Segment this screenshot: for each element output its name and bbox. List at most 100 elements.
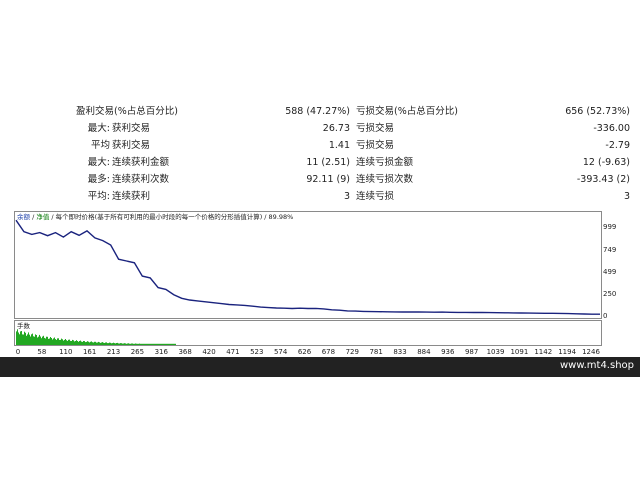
volume-bar [36, 335, 37, 345]
volume-bar [113, 342, 114, 345]
volume-bar [167, 343, 168, 345]
x-tick-label: 884 [417, 348, 431, 356]
volume-bar [129, 343, 130, 345]
x-tick-label: 0 [15, 348, 21, 356]
volume-bar [163, 343, 164, 345]
volume-bar [130, 343, 131, 345]
volume-bar [89, 342, 90, 345]
y-tick-label: 250 [603, 289, 617, 298]
volume-bar [70, 340, 71, 345]
volume-bar [53, 338, 54, 345]
volume-bar [143, 343, 144, 345]
volume-bar [46, 336, 47, 345]
volume-bar [72, 339, 73, 345]
volume-bar [105, 342, 106, 345]
volume-bar [47, 336, 48, 345]
volume-bar [24, 331, 25, 345]
stat-prefix-max: 最大: [87, 157, 110, 168]
volume-bar [78, 341, 79, 345]
volume-bar [34, 336, 35, 345]
volume-bar [121, 343, 122, 345]
volume-bar [31, 334, 32, 345]
volume-bar [91, 341, 92, 345]
volume-bar [77, 341, 78, 345]
y-tick-label: 0 [603, 312, 608, 320]
stat-row-average: 平均 获利交易 1.41 亏损交易 -2.79 [0, 137, 640, 154]
volume-bar [173, 343, 174, 345]
volume-bar [50, 337, 51, 345]
stat-label-average-profit: 获利交易 [112, 140, 151, 151]
stat-label-average-loss: 亏损交易 [356, 140, 395, 151]
volume-bar [80, 340, 81, 345]
volume-bar [148, 343, 149, 345]
volume-bar [127, 343, 128, 345]
volume-bar [66, 340, 67, 345]
volume-bar [109, 342, 110, 345]
volume-bar [115, 343, 116, 345]
volume-bar [43, 335, 44, 345]
volume-bar [112, 343, 113, 345]
volume-bar [75, 341, 76, 345]
volume-bar [159, 343, 160, 345]
volume-bar [128, 343, 129, 345]
volume-bar [171, 343, 172, 345]
volume-bar [102, 342, 103, 345]
volume-bar [33, 336, 34, 345]
volume-bar [32, 333, 33, 345]
volume-bar [19, 334, 20, 345]
volume-bar [166, 343, 167, 345]
x-tick-label: 265 [130, 348, 145, 356]
volume-bar [150, 343, 151, 345]
volume-bar [56, 339, 57, 345]
volume-bar [153, 343, 154, 345]
volume-bar [149, 343, 150, 345]
stat-value-consecutive-loss-count: -393.43 (2) [576, 174, 630, 185]
stat-prefix-largest: 最大: [87, 123, 110, 134]
volume-bar [104, 343, 105, 345]
volume-bar [25, 332, 26, 345]
stat-label-average-consecutive-losses: 连续亏损 [356, 191, 395, 202]
volume-bar [118, 343, 119, 345]
x-tick-label: 368 [178, 348, 192, 356]
volume-bar [114, 343, 115, 345]
volume-bar [154, 343, 155, 345]
volume-bar [27, 334, 28, 345]
volume-bar [140, 343, 141, 345]
volume-bar [44, 337, 45, 345]
volume-chart: 手数 [14, 320, 602, 346]
volume-bar [117, 342, 118, 345]
volume-bar [67, 340, 68, 345]
x-tick-label: 1142 [534, 348, 553, 356]
volume-bar [21, 331, 22, 345]
x-tick-label: 523 [250, 348, 264, 356]
stat-row-average-consecutive: 平均: 连续获利 3 连续亏损 3 [0, 188, 640, 205]
stat-row-max-consecutive-amount: 最大: 连续获利金额 11 (2.51) 连续亏损金额 12 (-9.63) [0, 154, 640, 171]
volume-bar [51, 338, 52, 345]
stat-value-consecutive-win-amount: 11 (2.51) [306, 157, 350, 168]
x-tick-label: 1194 [558, 348, 577, 356]
volume-bar [101, 342, 102, 345]
x-tick-label: 729 [345, 348, 359, 356]
y-tick-label: 999 [603, 223, 617, 232]
volume-bar [151, 343, 152, 345]
volume-bar [100, 342, 101, 345]
volume-bar [120, 343, 121, 345]
volume-bar [49, 338, 50, 345]
volume-bar [94, 341, 95, 345]
x-tick-label: 833 [393, 348, 407, 356]
volume-bar [146, 343, 147, 345]
volume-bar [174, 343, 175, 345]
x-tick-label: 1091 [510, 348, 529, 356]
stat-value-consecutive-win-count: 92.11 (9) [306, 174, 350, 185]
volume-bar [37, 337, 38, 345]
stat-prefix-most: 最多: [87, 174, 110, 185]
volume-bar [133, 343, 134, 345]
volume-bar [76, 340, 77, 345]
stat-label-consecutive-loss-count: 连续亏损次数 [356, 174, 414, 185]
volume-bar [54, 337, 55, 345]
volume-bar [69, 339, 70, 345]
volume-bar [155, 343, 156, 345]
volume-bar [22, 334, 23, 345]
volume-bar [172, 343, 173, 345]
y-tick-label: 499 [603, 267, 617, 276]
